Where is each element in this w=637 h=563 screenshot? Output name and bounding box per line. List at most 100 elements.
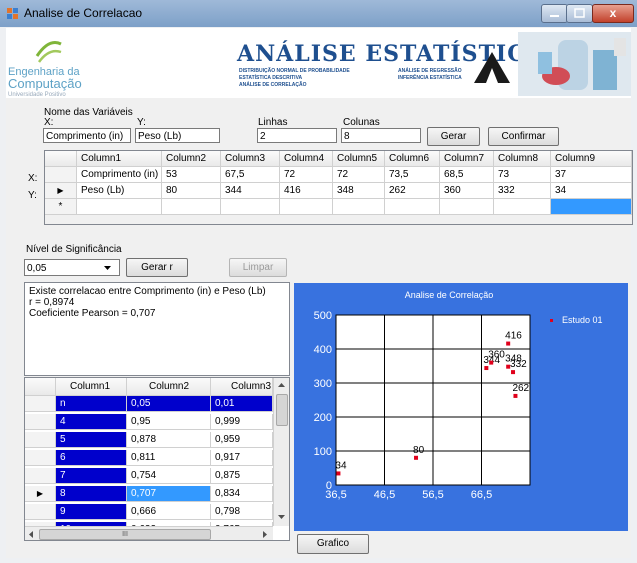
close-button[interactable]: x <box>592 4 634 23</box>
scroll-down-icon[interactable] <box>278 515 285 520</box>
linhas-input[interactable]: 2 <box>257 128 337 143</box>
grid-cell[interactable]: 262 <box>385 183 440 199</box>
pearson-cell[interactable]: 7 <box>56 468 127 484</box>
grid-cell[interactable]: 344 <box>221 183 280 199</box>
maximize-button[interactable] <box>566 4 593 23</box>
limpar-button[interactable]: Limpar <box>229 258 287 277</box>
grid-cell-new[interactable] <box>440 199 494 215</box>
pearson-cell[interactable]: 0,959 <box>211 432 273 448</box>
pearson-row-header[interactable] <box>25 432 56 448</box>
gerar-button[interactable]: Gerar <box>427 127 480 146</box>
grid-row-header-new[interactable]: * <box>45 199 77 215</box>
pearson-cell[interactable]: n <box>56 396 127 412</box>
pearson-cell[interactable]: 9 <box>56 504 127 520</box>
pearson-cell[interactable]: 0,999 <box>211 414 273 430</box>
grid-cell[interactable]: 67,5 <box>221 167 280 183</box>
grid-cell[interactable]: 348 <box>333 183 385 199</box>
pearson-cell-selected[interactable]: 0,707 <box>127 486 211 502</box>
pearson-cell[interactable]: 8 <box>56 486 127 502</box>
scroll-left-icon[interactable] <box>29 531 34 538</box>
gerar-r-button[interactable]: Gerar r <box>126 258 188 277</box>
grid-cell-new[interactable] <box>385 199 440 215</box>
grid-cell-new-selected[interactable] <box>551 199 632 215</box>
grid-cell[interactable]: 73,5 <box>385 167 440 183</box>
scroll-up-icon[interactable] <box>278 383 285 388</box>
pearson-cell[interactable]: 0,917 <box>211 450 273 466</box>
grid-cell[interactable]: 37 <box>551 167 632 183</box>
pearson-row-header[interactable] <box>25 504 56 520</box>
pearson-cell[interactable]: 4 <box>56 414 127 430</box>
pearson-row-header[interactable] <box>25 396 56 412</box>
pearson-scroll-thumb[interactable] <box>276 394 288 426</box>
grid-col-header[interactable]: Column9 <box>551 151 632 167</box>
pearson-hscroll-thumb[interactable]: III <box>39 529 211 540</box>
grid-row-header-current[interactable]: ▶ <box>45 183 77 199</box>
pearson-table[interactable]: Column1 Column2 Column3 n 0,05 0,01 4 0,… <box>24 377 290 541</box>
grid-cell-new[interactable] <box>494 199 551 215</box>
significance-select[interactable]: 0,05 <box>24 259 120 276</box>
pearson-row-header[interactable] <box>25 450 56 466</box>
pearson-cell[interactable]: 6 <box>56 450 127 466</box>
pearson-cell[interactable]: 0,754 <box>127 468 211 484</box>
grid-cell[interactable]: 416 <box>280 183 333 199</box>
pearson-cell[interactable]: 0,95 <box>127 414 211 430</box>
pearson-cell[interactable]: 0,666 <box>127 504 211 520</box>
pearson-cell[interactable]: 5 <box>56 432 127 448</box>
pearson-col-header[interactable]: Column3 <box>211 378 273 396</box>
grid-cell[interactable]: 34 <box>551 183 632 199</box>
pearson-cell[interactable]: 0,01 <box>211 396 273 412</box>
grid-col-header[interactable]: Column3 <box>221 151 280 167</box>
grid-cell-new[interactable] <box>221 199 280 215</box>
scroll-right-icon[interactable] <box>263 531 268 538</box>
grid-cell[interactable]: 360 <box>440 183 494 199</box>
grid-cell-new[interactable] <box>162 199 221 215</box>
grid-col-header[interactable]: Column7 <box>440 151 494 167</box>
data-point <box>484 366 489 371</box>
grid-cell[interactable]: 72 <box>280 167 333 183</box>
grid-col-header[interactable]: Column5 <box>333 151 385 167</box>
pearson-col-header[interactable]: Column1 <box>56 378 127 396</box>
grid-cell[interactable]: Peso (Lb) <box>77 183 162 199</box>
grafico-button[interactable]: Grafico <box>297 534 369 554</box>
pearson-cell[interactable]: 0,798 <box>211 504 273 520</box>
colunas-input[interactable]: 8 <box>341 128 421 143</box>
grid-cell[interactable]: 53 <box>162 167 221 183</box>
grid-row-header[interactable] <box>45 167 77 183</box>
pearson-row-header[interactable] <box>25 468 56 484</box>
pearson-horizontal-scrollbar[interactable]: III <box>25 526 273 540</box>
grid-cell[interactable]: 73 <box>494 167 551 183</box>
pearson-cell[interactable]: 0,878 <box>127 432 211 448</box>
y-variable-input[interactable]: Peso (Lb) <box>135 128 220 143</box>
grid-cell[interactable]: 332 <box>494 183 551 199</box>
close-icon: x <box>609 6 617 20</box>
engenharia-logo: Engenharia da Computação Universidade Po… <box>8 36 88 98</box>
pearson-row-header-current[interactable]: ▶ <box>25 486 56 502</box>
title-bar: Analise de Correlacao x <box>0 0 637 27</box>
minimize-button[interactable] <box>541 4 568 23</box>
legend-marker <box>550 319 553 322</box>
pearson-cell[interactable]: 0,875 <box>211 468 273 484</box>
grid-col-header[interactable]: Column1 <box>77 151 162 167</box>
data-grid[interactable]: Column1 Column2 Column3 Column4 Column5 … <box>44 150 633 225</box>
grid-col-header[interactable]: Column6 <box>385 151 440 167</box>
pearson-cell[interactable]: 0,834 <box>211 486 273 502</box>
pearson-corner <box>25 378 56 396</box>
grid-cell[interactable]: 80 <box>162 183 221 199</box>
grid-cell[interactable]: Comprimento (in) <box>77 167 162 183</box>
grid-col-header[interactable]: Column2 <box>162 151 221 167</box>
grid-cell-new[interactable] <box>333 199 385 215</box>
pearson-cell[interactable]: 0,05 <box>127 396 211 412</box>
pearson-row-header[interactable] <box>25 414 56 430</box>
pearson-vertical-scrollbar[interactable] <box>273 378 289 526</box>
x-variable-input[interactable]: Comprimento (in) <box>43 128 131 143</box>
grid-cell[interactable]: 72 <box>333 167 385 183</box>
grid-cell-new[interactable] <box>77 199 162 215</box>
pearson-cell[interactable]: 0,811 <box>127 450 211 466</box>
result-textbox[interactable]: Existe correlacao entre Comprimento (in)… <box>24 282 290 376</box>
grid-cell[interactable]: 68,5 <box>440 167 494 183</box>
grid-col-header[interactable]: Column8 <box>494 151 551 167</box>
grid-cell-new[interactable] <box>280 199 333 215</box>
confirmar-button[interactable]: Confirmar <box>488 127 559 146</box>
pearson-col-header[interactable]: Column2 <box>127 378 211 396</box>
grid-col-header[interactable]: Column4 <box>280 151 333 167</box>
